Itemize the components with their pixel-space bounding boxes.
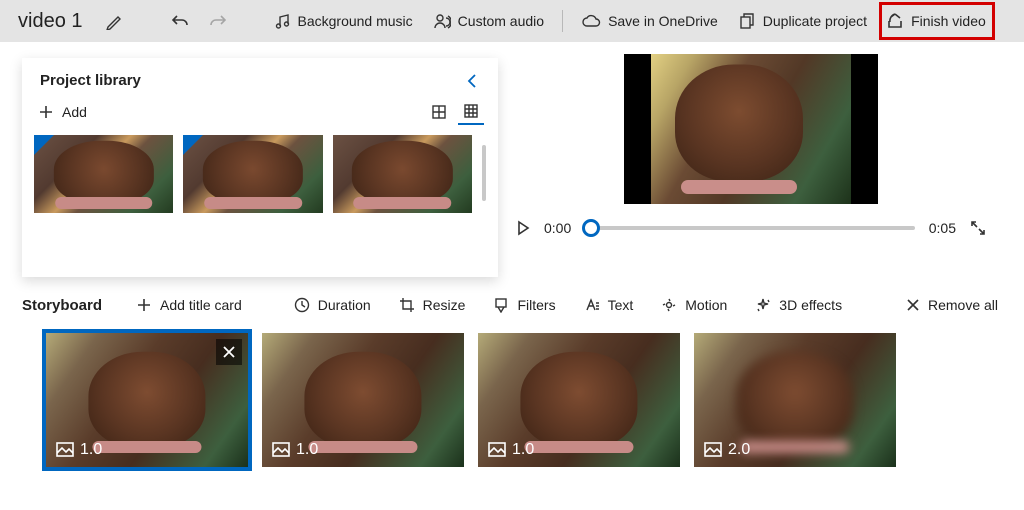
remove-all-button[interactable]: Remove all — [894, 289, 1010, 321]
clip-duration: 1.0 — [272, 441, 318, 459]
save-onedrive-button[interactable]: Save in OneDrive — [573, 4, 726, 38]
storyboard-clip[interactable]: 1.0 — [478, 333, 680, 467]
library-thumbnail[interactable] — [183, 135, 322, 213]
storyboard-clips: 1.0 1.0 1.0 2.0 — [0, 329, 1024, 467]
library-thumbnail[interactable] — [34, 135, 173, 213]
3d-effects-button[interactable]: 3D effects — [743, 289, 854, 321]
duration-label: Duration — [318, 297, 371, 313]
image-icon — [272, 442, 290, 458]
duplicate-button[interactable]: Duplicate project — [730, 4, 875, 38]
chevron-left-icon — [464, 73, 480, 89]
grid-large-icon — [431, 104, 447, 120]
crop-icon — [399, 297, 415, 313]
resize-button[interactable]: Resize — [387, 289, 478, 321]
filters-button[interactable]: Filters — [481, 289, 567, 321]
share-icon — [886, 12, 904, 30]
save-onedrive-label: Save in OneDrive — [608, 13, 718, 29]
clip-duration: 1.0 — [56, 441, 102, 459]
custom-audio-label: Custom audio — [458, 13, 544, 29]
plus-icon — [136, 297, 152, 313]
separator — [562, 10, 563, 32]
text-icon — [584, 297, 600, 313]
library-add-button[interactable]: Add — [38, 104, 87, 120]
filters-label: Filters — [517, 297, 555, 313]
library-back-button[interactable] — [464, 73, 480, 89]
resize-label: Resize — [423, 297, 466, 313]
music-icon — [273, 12, 291, 30]
plus-icon — [38, 104, 54, 120]
duration-button[interactable]: Duration — [282, 289, 383, 321]
clip-duration: 2.0 — [704, 441, 750, 459]
redo-icon — [208, 11, 228, 31]
redo-button[interactable] — [201, 4, 235, 38]
motion-button[interactable]: Motion — [649, 289, 739, 321]
library-add-label: Add — [62, 104, 87, 120]
duplicate-label: Duplicate project — [763, 13, 867, 29]
custom-audio-button[interactable]: Custom audio — [425, 4, 552, 38]
image-icon — [488, 442, 506, 458]
fullscreen-button[interactable] — [970, 220, 986, 236]
clip-duration: 1.0 — [488, 441, 534, 459]
seek-knob[interactable] — [582, 219, 600, 237]
rename-button[interactable] — [97, 4, 131, 38]
preview-frame — [624, 54, 878, 204]
clock-icon — [294, 297, 310, 313]
x-icon — [222, 345, 236, 359]
finish-video-label: Finish video — [911, 13, 986, 29]
x-icon — [906, 298, 920, 312]
clip-remove-button[interactable] — [216, 339, 242, 365]
add-title-card-button[interactable]: Add title card — [124, 289, 254, 321]
storyboard-clip[interactable]: 1.0 — [262, 333, 464, 467]
project-library-title: Project library — [40, 72, 464, 89]
storyboard-clip[interactable]: 2.0 — [694, 333, 896, 467]
cloud-icon — [581, 12, 601, 30]
motion-label: Motion — [685, 297, 727, 313]
add-title-card-label: Add title card — [160, 297, 242, 313]
text-button[interactable]: Text — [572, 289, 646, 321]
sparkle-icon — [755, 297, 771, 313]
seek-bar[interactable] — [585, 226, 915, 230]
bg-music-label: Background music — [298, 13, 413, 29]
duplicate-icon — [738, 12, 756, 30]
view-small-button[interactable] — [458, 99, 484, 125]
project-library-panel: Project library Add — [22, 58, 498, 277]
storyboard-clip[interactable]: 1.0 — [46, 333, 248, 467]
image-icon — [56, 442, 74, 458]
storyboard-title: Storyboard — [22, 297, 102, 314]
filter-icon — [493, 297, 509, 313]
remove-all-label: Remove all — [928, 297, 998, 313]
motion-icon — [661, 297, 677, 313]
expand-icon — [970, 220, 986, 236]
play-button[interactable] — [516, 220, 530, 236]
pencil-icon — [105, 12, 123, 30]
play-icon — [516, 220, 530, 236]
grid-small-icon — [463, 103, 479, 119]
image-icon — [704, 442, 722, 458]
time-total: 0:05 — [929, 220, 956, 236]
view-large-button[interactable] — [426, 99, 452, 125]
person-audio-icon — [433, 12, 451, 30]
background-music-button[interactable]: Background music — [265, 4, 421, 38]
time-current: 0:00 — [544, 220, 571, 236]
library-thumbnail[interactable] — [333, 135, 472, 213]
undo-icon — [170, 11, 190, 31]
undo-button[interactable] — [163, 4, 197, 38]
finish-video-button[interactable]: Finish video — [879, 2, 995, 40]
3d-effects-label: 3D effects — [779, 297, 842, 313]
project-title: video 1 — [18, 10, 83, 33]
text-label: Text — [608, 297, 634, 313]
library-scrollbar[interactable] — [482, 145, 486, 201]
